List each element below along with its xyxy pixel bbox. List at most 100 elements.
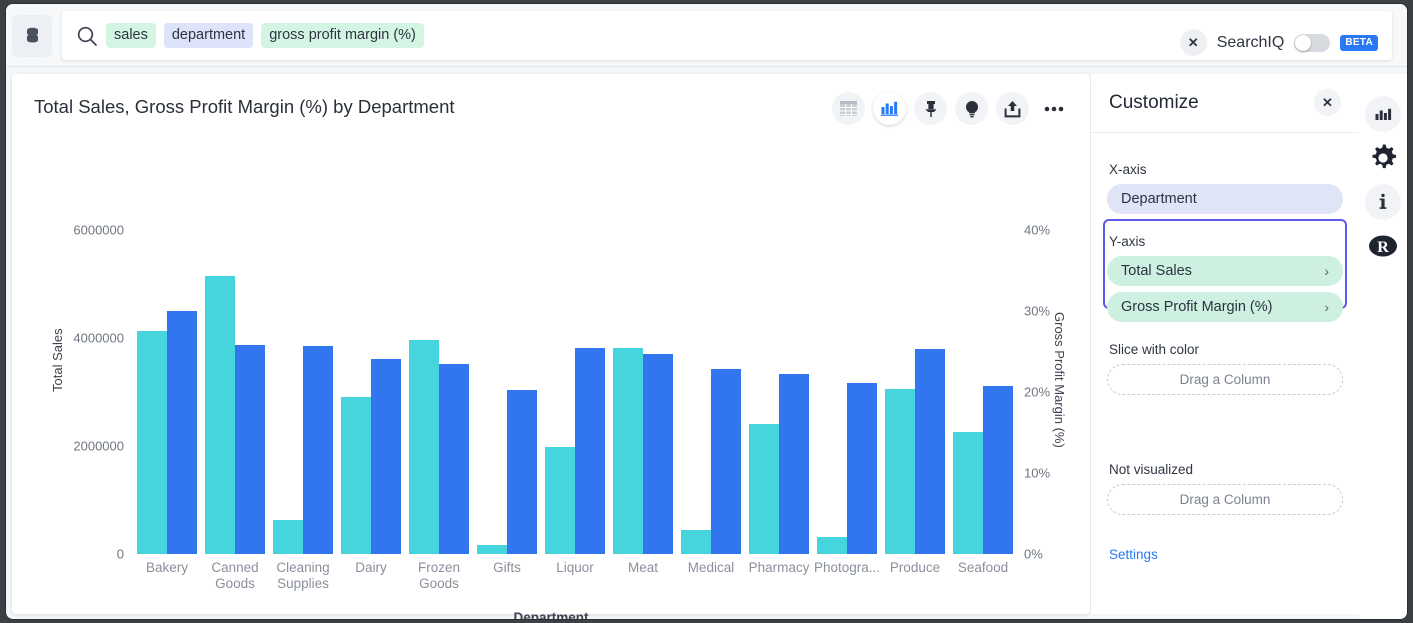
r-script-icon[interactable]: R <box>1365 228 1401 264</box>
bar-total-sales[interactable] <box>817 537 847 554</box>
table-view-icon[interactable] <box>832 92 865 125</box>
x-axis-label: Seafood <box>949 560 1017 592</box>
y-left-tick: 4000000 <box>12 331 124 346</box>
bar-group[interactable] <box>881 230 949 554</box>
y-right-tick: 40% <box>1024 223 1074 238</box>
y-axis-column-label: Total Sales <box>1121 263 1192 279</box>
y-axis-section-label: Y-axis <box>1109 234 1145 249</box>
bar-gross-profit-margin[interactable] <box>915 349 945 554</box>
bar-gross-profit-margin[interactable] <box>235 345 265 554</box>
bar-group[interactable] <box>745 230 813 554</box>
search-chip-department[interactable]: department <box>164 23 253 48</box>
x-axis-column-label: Department <box>1121 191 1197 207</box>
bar-total-sales[interactable] <box>273 520 303 554</box>
bar-group[interactable] <box>201 230 269 554</box>
bar-total-sales[interactable] <box>137 331 167 554</box>
bar-total-sales[interactable] <box>953 432 983 554</box>
bar-group[interactable] <box>473 230 541 554</box>
app-window: sales department gross profit margin (%)… <box>6 4 1407 619</box>
settings-link[interactable]: Settings <box>1109 547 1158 562</box>
x-axis-column-department[interactable]: Department <box>1107 184 1343 214</box>
bar-gross-profit-margin[interactable] <box>779 374 809 554</box>
y-left-tick: 6000000 <box>12 223 124 238</box>
search-chips[interactable]: sales department gross profit margin (%) <box>106 23 424 48</box>
bar-total-sales[interactable] <box>885 389 915 554</box>
x-axis-label: Photogra... <box>813 560 881 592</box>
panel-header: Customize ✕ <box>1091 74 1359 133</box>
chart-card: Total Sales, Gross Profit Margin (%) by … <box>12 74 1090 614</box>
bar-group[interactable] <box>133 230 201 554</box>
bar-gross-profit-margin[interactable] <box>643 354 673 554</box>
bar-gross-profit-margin[interactable] <box>507 390 537 554</box>
toggle-knob <box>1295 35 1311 51</box>
x-axis-section-label: X-axis <box>1109 162 1147 177</box>
bar-total-sales[interactable] <box>341 397 371 554</box>
chart-view-icon[interactable] <box>873 92 906 125</box>
slice-with-color-dropzone[interactable]: Drag a Column <box>1107 364 1343 395</box>
searchiq-label: SearchIQ <box>1217 34 1285 52</box>
bar-gross-profit-margin[interactable] <box>439 364 469 554</box>
share-icon[interactable] <box>996 92 1029 125</box>
bar-gross-profit-margin[interactable] <box>303 346 333 554</box>
y-right-tick: 0% <box>1024 547 1074 562</box>
bar-group[interactable] <box>949 230 1017 554</box>
panel-title: Customize <box>1109 92 1199 114</box>
search-bar[interactable]: sales department gross profit margin (%)… <box>62 11 1392 60</box>
x-axis-label: Frozen Goods <box>405 560 473 592</box>
y-left-axis-title: Total Sales <box>50 328 65 392</box>
y-axis-column-total-sales[interactable]: Total Sales › <box>1107 256 1343 286</box>
chevron-right-icon[interactable]: › <box>1324 263 1329 279</box>
bar-total-sales[interactable] <box>613 348 643 554</box>
y-left-tick: 2000000 <box>12 439 124 454</box>
bar-group[interactable] <box>405 230 473 554</box>
x-axis-labels: BakeryCanned GoodsCleaning SuppliesDairy… <box>133 560 1017 592</box>
plot-area <box>133 230 1017 554</box>
chevron-right-icon[interactable]: › <box>1324 299 1329 315</box>
slice-with-color-label: Slice with color <box>1109 342 1199 357</box>
not-visualized-dropzone[interactable]: Drag a Column <box>1107 484 1343 515</box>
search-chip-sales[interactable]: sales <box>106 23 156 48</box>
search-right-controls: ✕ SearchIQ BETA <box>1180 18 1378 67</box>
bar-group[interactable] <box>677 230 745 554</box>
bar-group[interactable] <box>269 230 337 554</box>
x-axis-label: Meat <box>609 560 677 592</box>
bar-total-sales[interactable] <box>749 424 779 554</box>
pin-icon[interactable] <box>914 92 947 125</box>
x-axis-label: Produce <box>881 560 949 592</box>
bar-group[interactable] <box>337 230 405 554</box>
bar-group[interactable] <box>813 230 881 554</box>
not-visualized-label: Not visualized <box>1109 462 1193 477</box>
info-icon[interactable] <box>1365 184 1401 220</box>
bar-total-sales[interactable] <box>681 530 711 554</box>
bar-total-sales[interactable] <box>409 340 439 554</box>
x-axis-label: Canned Goods <box>201 560 269 592</box>
searchiq-toggle[interactable] <box>1294 34 1330 52</box>
x-axis-label: Dairy <box>337 560 405 592</box>
bar-groups <box>133 230 1017 554</box>
clear-search-button[interactable]: ✕ <box>1180 29 1207 56</box>
datasource-button[interactable] <box>12 15 52 57</box>
search-topbar: sales department gross profit margin (%)… <box>6 4 1407 67</box>
bar-gross-profit-margin[interactable] <box>167 311 197 554</box>
bar-gross-profit-margin[interactable] <box>575 348 605 554</box>
bar-gross-profit-margin[interactable] <box>711 369 741 554</box>
x-axis-label: Medical <box>677 560 745 592</box>
gear-icon[interactable] <box>1365 140 1401 176</box>
bar-gross-profit-margin[interactable] <box>371 359 401 554</box>
bar-gross-profit-margin[interactable] <box>983 386 1013 554</box>
close-icon[interactable]: ✕ <box>1314 89 1341 116</box>
chart-icon[interactable] <box>1365 96 1401 132</box>
bar-group[interactable] <box>541 230 609 554</box>
lightbulb-icon[interactable] <box>955 92 988 125</box>
bar-total-sales[interactable] <box>545 447 575 554</box>
search-icon <box>76 25 98 47</box>
bar-gross-profit-margin[interactable] <box>847 383 877 554</box>
bar-group[interactable] <box>609 230 677 554</box>
y-axis-column-gross-profit-margin[interactable]: Gross Profit Margin (%) › <box>1107 292 1343 322</box>
chart-toolbar <box>832 92 1070 125</box>
bar-total-sales[interactable] <box>477 545 507 554</box>
search-chip-gross-profit-margin[interactable]: gross profit margin (%) <box>261 23 424 48</box>
more-options-icon[interactable] <box>1037 92 1070 125</box>
bar-total-sales[interactable] <box>205 276 235 554</box>
x-axis-title: Department <box>12 610 1090 619</box>
